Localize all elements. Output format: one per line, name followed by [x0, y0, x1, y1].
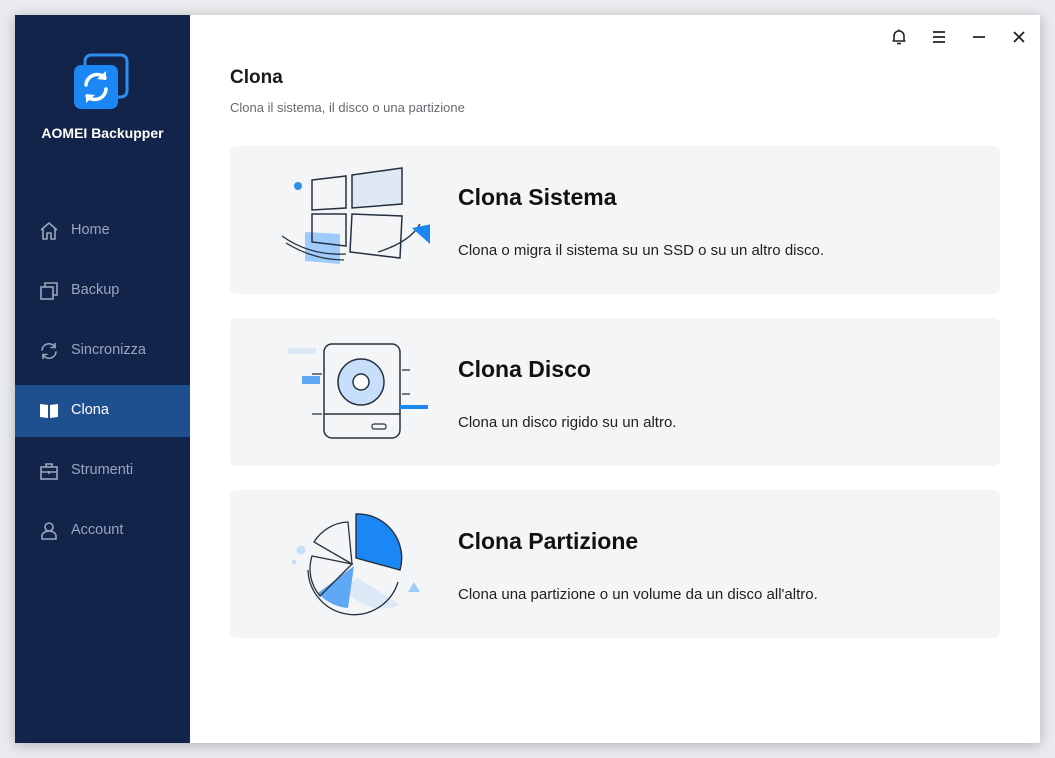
clone-system-card[interactable]: Clona Sistema Clona o migra il sistema s…: [230, 146, 1000, 294]
minimize-button[interactable]: [967, 25, 991, 49]
close-button[interactable]: [1007, 25, 1031, 49]
backup-icon: [40, 282, 58, 300]
sidebar-item-account[interactable]: Account: [15, 505, 190, 557]
toolbox-icon: [40, 463, 58, 480]
menu-icon: [933, 31, 945, 43]
card-description: Clona un disco rigido su un altro.: [458, 414, 677, 431]
sidebar: AOMEI Backupper Home Backup Sincronizza …: [15, 15, 190, 743]
sync-icon: [41, 342, 57, 360]
card-description: Clona o migra il sistema su un SSD o su …: [458, 242, 824, 259]
home-icon: [40, 222, 58, 240]
page-title: Clona: [230, 67, 283, 88]
sidebar-item-label: Backup: [71, 282, 120, 298]
minimize-icon: [973, 36, 985, 38]
sidebar-item-label: Home: [71, 222, 110, 238]
sidebar-item-strumenti[interactable]: Strumenti: [15, 445, 190, 497]
sidebar-item-label: Account: [71, 522, 124, 538]
windows-icon: [281, 167, 430, 264]
aomei-logo-icon: [74, 53, 129, 109]
notifications-button[interactable]: [887, 25, 911, 49]
page-subtitle: Clona il sistema, il disco o una partizi…: [230, 100, 465, 115]
card-title: Clona Partizione: [458, 528, 639, 554]
app-title: AOMEI Backupper: [41, 125, 164, 141]
card-description: Clona una partizione o un volume da un d…: [458, 586, 818, 603]
clone-icon: [40, 404, 58, 418]
sidebar-item-label: Clona: [71, 402, 109, 418]
sidebar-item-clona[interactable]: Clona: [15, 385, 190, 437]
sidebar-item-label: Strumenti: [71, 462, 134, 478]
close-icon: [1013, 31, 1025, 43]
menu-button[interactable]: [927, 25, 951, 49]
card-title: Clona Sistema: [458, 184, 617, 210]
card-title: Clona Disco: [458, 356, 591, 382]
sidebar-item-backup[interactable]: Backup: [15, 265, 190, 317]
clone-partition-card[interactable]: Clona Partizione Clona una partizione o …: [230, 490, 1000, 638]
sidebar-nav: Home Backup Sincronizza Clona Strumenti …: [15, 205, 190, 565]
app-window: AOMEI Backupper Home Backup Sincronizza …: [15, 15, 1040, 743]
hard-disk-icon: [288, 343, 428, 439]
sidebar-item-label: Sincronizza: [71, 342, 146, 358]
user-icon: [41, 522, 57, 540]
sidebar-item-sincronizza[interactable]: Sincronizza: [15, 325, 190, 377]
pie-partition-icon: [291, 513, 420, 616]
clone-disk-card[interactable]: Clona Disco Clona un disco rigido su un …: [230, 318, 1000, 466]
bell-icon: [892, 29, 906, 45]
sidebar-item-home[interactable]: Home: [15, 205, 190, 257]
